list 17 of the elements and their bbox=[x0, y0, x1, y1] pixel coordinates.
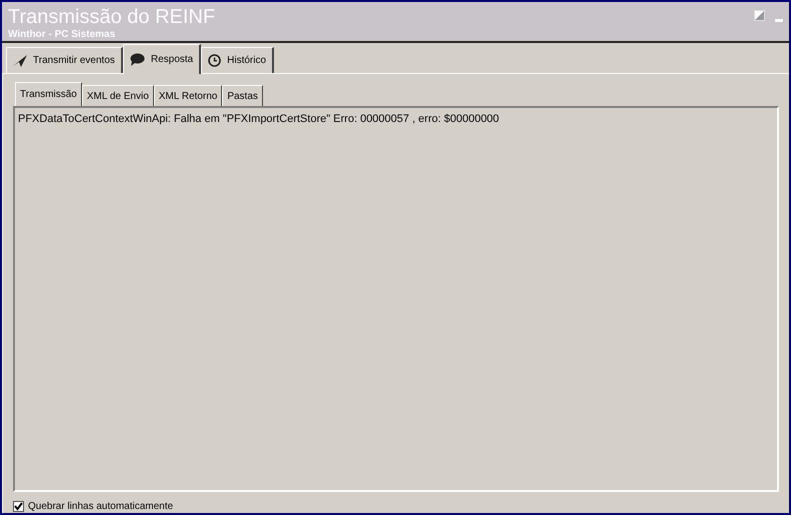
clock-icon bbox=[208, 54, 222, 67]
tab[interactable]: XML Retorno bbox=[154, 85, 222, 106]
paper-plane-icon bbox=[13, 54, 27, 66]
window-title: Transmissão do REINF bbox=[8, 5, 216, 29]
tab[interactable]: XML de Envio bbox=[82, 85, 154, 106]
window-subtitle: Winthor - PC Sistemas bbox=[8, 29, 116, 41]
tab[interactable]: Resposta bbox=[122, 44, 202, 74]
checkbox-label: Quebrar linhas automaticamente bbox=[28, 500, 174, 513]
error-message: PFXDataToCertContextWinApi: Falha em "PFXImportCertStore" Erro: 00000057 , erro: $00000000 bbox=[18, 113, 500, 125]
restore-button[interactable] bbox=[754, 10, 765, 21]
tab[interactable]: Histórico bbox=[201, 47, 274, 73]
message-area[interactable]: PFXDataToCertContextWinApi: Falha em "PFXImportCertStore" Erro: 00000057 , erro: $00000000 bbox=[13, 106, 779, 492]
tab[interactable]: Pastas bbox=[222, 85, 263, 106]
speech-bubble-icon bbox=[130, 53, 145, 66]
checkbox[interactable] bbox=[13, 501, 24, 512]
tab[interactable]: Transmissão bbox=[15, 82, 82, 106]
tab[interactable]: Transmitir eventos bbox=[6, 47, 123, 73]
